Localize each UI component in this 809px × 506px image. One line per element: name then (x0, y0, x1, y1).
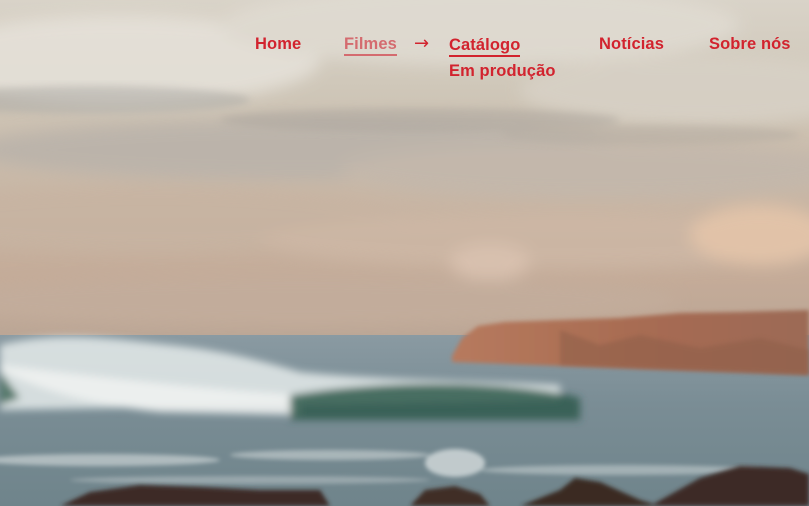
nav-filmes-link[interactable]: Filmes (344, 34, 397, 56)
arrow-right-icon: → (414, 33, 430, 54)
nav-catalogo-link[interactable]: Catálogo (449, 35, 521, 57)
nav-sobre-nos-link[interactable]: Sobre nós (709, 34, 791, 54)
nav-home-link[interactable]: Home (255, 34, 301, 54)
main-navigation: Home Filmes → Catálogo Em produção Notíc… (0, 0, 809, 90)
nav-noticias-link[interactable]: Notícias (599, 34, 664, 54)
hero-section: Home Filmes → Catálogo Em produção Notíc… (0, 0, 809, 506)
nav-em-producao-link[interactable]: Em produção (449, 61, 556, 81)
